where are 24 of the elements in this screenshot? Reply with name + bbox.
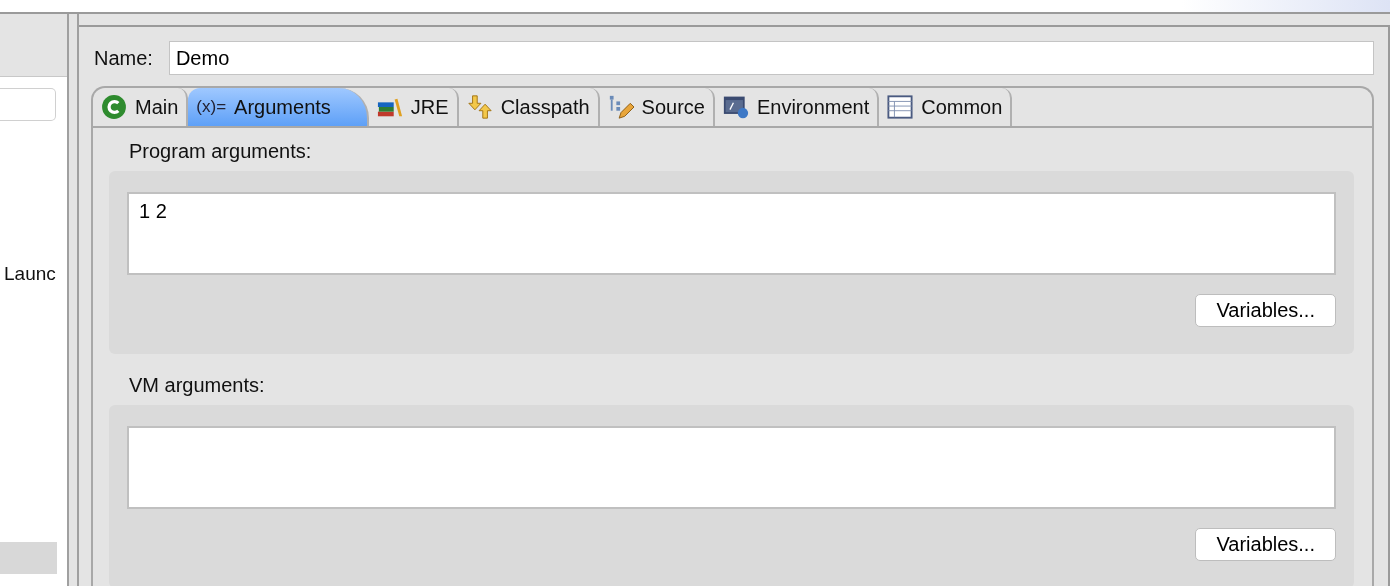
- variables-button[interactable]: Variables...: [1195, 528, 1336, 561]
- variables-button[interactable]: Variables...: [1195, 294, 1336, 327]
- terminal-window-icon: [722, 94, 749, 120]
- tab[interactable]: (x)= Arguments: [188, 88, 369, 126]
- letter-c-icon: [101, 94, 127, 120]
- section-label: VM arguments:: [128, 374, 266, 397]
- tab[interactable]: JRE: [368, 88, 459, 126]
- tab[interactable]: Common: [879, 88, 1013, 126]
- swap-arrows-icon: [466, 94, 493, 120]
- arguments-field[interactable]: [127, 426, 1336, 509]
- tab[interactable]: Main: [93, 88, 189, 126]
- tree-pencil-icon: [607, 94, 634, 120]
- sidebar-toolbar: [0, 14, 67, 77]
- tab[interactable]: Source: [599, 88, 715, 126]
- tab[interactable]: Environment: [714, 88, 880, 126]
- launch-config-item[interactable]: Launc: [0, 263, 63, 285]
- name-label: Name:: [93, 46, 153, 70]
- tab[interactable]: Classpath: [458, 88, 600, 126]
- name-field[interactable]: Demo: [168, 41, 1374, 75]
- arguments-field[interactable]: 1 2: [127, 192, 1336, 275]
- table-icon: [887, 94, 914, 120]
- sidebar-footer-bar: [0, 542, 57, 574]
- filter-field[interactable]: [0, 88, 56, 121]
- section-label: Program arguments:: [128, 140, 313, 163]
